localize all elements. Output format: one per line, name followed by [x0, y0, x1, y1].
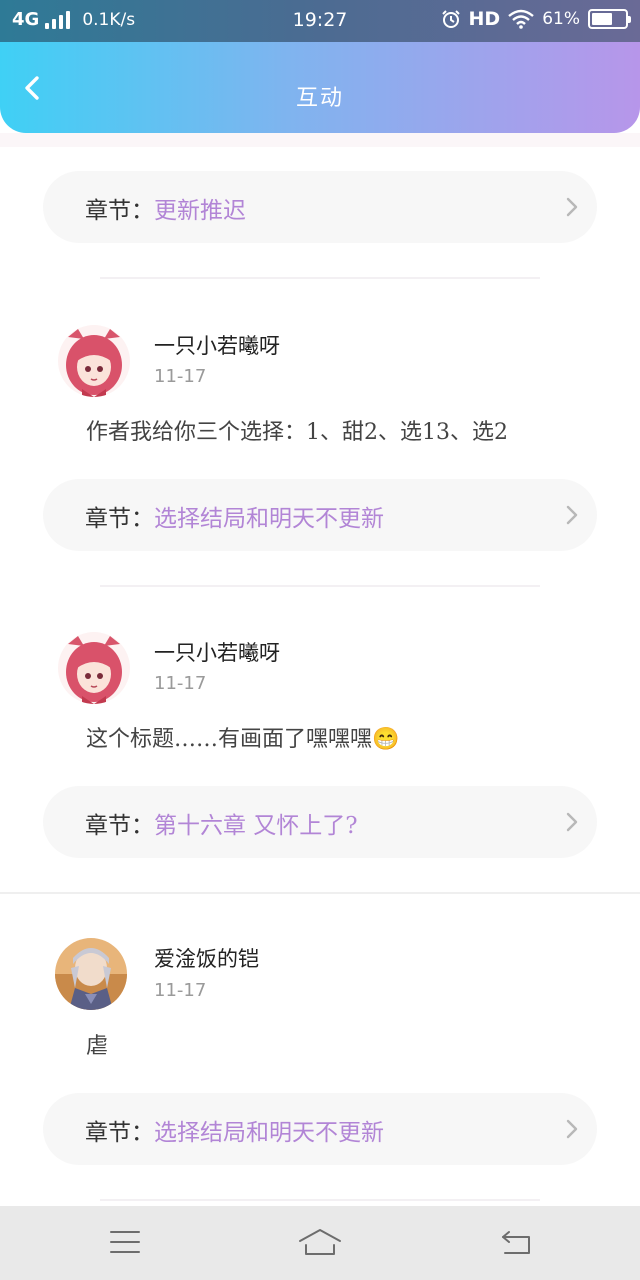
chapter-text: 章节：选择结局和明天不更新 [85, 1113, 384, 1147]
username[interactable]: 一只小若曦呀 [154, 330, 280, 360]
menu-icon [110, 1231, 140, 1253]
divider [100, 277, 540, 279]
app-header: 4G 0.1K/s 19:27 HD 61% 互动 [0, 0, 640, 133]
chapter-title: 选择结局和明天不更新 [154, 506, 384, 532]
battery-percent: 61% [542, 9, 580, 29]
comment-text: 虐 [86, 1034, 109, 1059]
status-bar: 4G 0.1K/s 19:27 HD 61% [0, 0, 640, 42]
chapter-label: 章节： [85, 1120, 154, 1146]
home-button[interactable] [298, 1224, 342, 1260]
chevron-right-icon [566, 197, 578, 217]
menu-button[interactable] [103, 1224, 147, 1260]
comment-text: 这个标题……有画面了嘿嘿嘿😁 [86, 727, 400, 752]
divider [100, 585, 540, 587]
chapter-label: 章节： [85, 813, 154, 839]
comment-date: 11-17 [154, 980, 207, 1001]
chapter-label: 章节： [85, 506, 154, 532]
chapter-link[interactable]: 章节：选择结局和明天不更新 [43, 479, 597, 551]
battery-fill [592, 13, 612, 25]
avatar[interactable] [55, 938, 127, 1010]
chapter-text: 章节：更新推迟 [85, 191, 246, 225]
page-title: 互动 [295, 86, 344, 111]
alarm-icon [441, 10, 460, 28]
battery-icon [588, 9, 631, 29]
status-right: HD 61% [441, 8, 631, 30]
header-strip [0, 133, 640, 147]
chevron-right-icon [566, 812, 578, 832]
chapter-link[interactable]: 章节：第十六章 又怀上了? [43, 786, 597, 858]
chapter-title: 更新推迟 [154, 198, 246, 224]
wifi-icon [508, 9, 534, 29]
chapter-link[interactable]: 章节：选择结局和明天不更新 [43, 1093, 597, 1165]
home-icon [299, 1229, 341, 1255]
divider [0, 892, 640, 894]
chapter-text: 章节：第十六章 又怀上了? [85, 806, 358, 840]
avatar[interactable] [58, 325, 130, 397]
username[interactable]: 一只小若曦呀 [154, 637, 280, 667]
back-nav-button[interactable] [494, 1224, 538, 1260]
avatar[interactable] [58, 632, 130, 704]
comment-date: 11-17 [154, 673, 207, 694]
chapter-link[interactable]: 章节：更新推迟 [43, 171, 597, 243]
divider [100, 1199, 540, 1201]
chapter-title: 第十六章 又怀上了? [154, 813, 358, 839]
title-bar: 互动 [0, 42, 640, 133]
hd-badge: HD [468, 8, 501, 30]
chevron-right-icon [566, 1119, 578, 1139]
back-icon [502, 1231, 530, 1254]
chevron-right-icon [566, 505, 578, 525]
comment-text: 作者我给你三个选择：1、甜2、选13、选2 [86, 420, 508, 445]
comment-date: 11-17 [154, 366, 207, 387]
chapter-label: 章节： [85, 198, 154, 224]
chapter-title: 选择结局和明天不更新 [154, 1120, 384, 1146]
chapter-text: 章节：选择结局和明天不更新 [85, 499, 384, 533]
system-nav-bar [0, 1206, 640, 1280]
username[interactable]: 爱淦饭的铠 [154, 943, 259, 973]
